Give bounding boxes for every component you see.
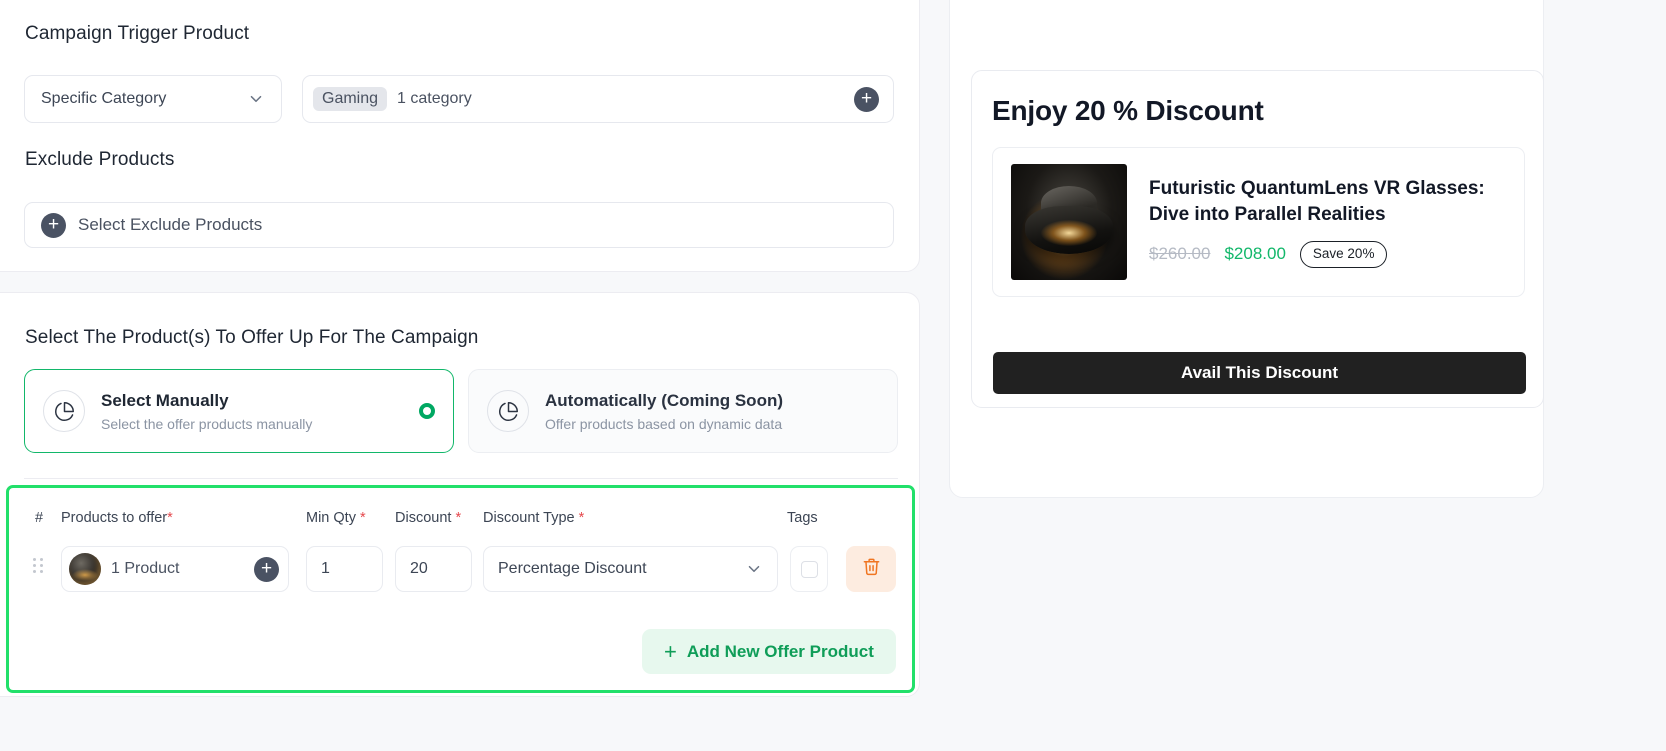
plus-circle-icon[interactable]: +	[854, 86, 879, 112]
option-subtitle: Select the offer products manually	[101, 415, 313, 432]
trash-icon	[862, 557, 881, 581]
table-header-discount: Discount *	[395, 510, 461, 526]
pie-chart-icon	[487, 390, 529, 432]
table-header-products: Products to offer*	[61, 510, 173, 526]
table-header-min-qty-label: Min Qty	[306, 510, 356, 526]
table-header-products-label: Products to offer	[61, 510, 168, 526]
campaign-form-column: Campaign Trigger Product Specific Catego…	[0, 0, 920, 751]
chevron-down-icon	[745, 560, 763, 578]
table-header-tags: Tags	[787, 510, 818, 526]
add-new-offer-product-button[interactable]: + Add New Offer Product	[642, 629, 896, 674]
offer-products-table: # Products to offer* Min Qty * Discount …	[6, 485, 915, 693]
required-marker: *	[578, 510, 585, 526]
screen-root: Campaign Trigger Product Specific Catego…	[0, 0, 1666, 751]
drag-handle-icon[interactable]	[33, 558, 44, 573]
option-subtitle: Offer products based on dynamic data	[545, 415, 783, 432]
plus-circle-icon[interactable]: +	[254, 556, 279, 582]
campaign-trigger-title: Campaign Trigger Product	[25, 23, 250, 44]
required-marker: *	[359, 510, 366, 526]
product-thumbnail	[69, 553, 101, 585]
price-row: $260.00 $208.00 Save 20%	[1149, 240, 1494, 268]
option-title: Select Manually	[101, 391, 229, 411]
add-new-offer-product-label: Add New Offer Product	[686, 641, 874, 661]
preview-product-box: Futuristic QuantumLens VR Glasses: Dive …	[992, 147, 1525, 297]
discount-input[interactable]: 20	[395, 546, 472, 592]
plus-circle-icon[interactable]: +	[41, 212, 66, 238]
exclude-products-placeholder: Select Exclude Products	[78, 215, 263, 234]
price-original: $260.00	[1149, 244, 1211, 264]
option-card-automatically[interactable]: Automatically (Coming Soon) Offer produc…	[468, 369, 898, 453]
preview-product-name: Futuristic QuantumLens VR Glasses: Dive …	[1149, 178, 1485, 225]
option-card-select-manually[interactable]: Select Manually Select the offer product…	[24, 369, 454, 453]
discount-headline: Enjoy 20 % Discount	[992, 95, 1264, 126]
category-chip[interactable]: Gaming	[313, 87, 388, 111]
price-discounted: $208.00	[1224, 244, 1286, 264]
option-title: Automatically (Coming Soon)	[545, 391, 783, 411]
products-to-offer-field[interactable]: 1 Product +	[61, 546, 289, 592]
category-type-select[interactable]: Specific Category	[24, 75, 282, 123]
table-header-min-qty: Min Qty *	[306, 510, 366, 526]
exclude-products-title: Exclude Products	[25, 149, 175, 170]
table-header-index: #	[35, 510, 44, 526]
avail-discount-button[interactable]: Avail This Discount	[993, 352, 1526, 394]
table-header-discount-type-label: Discount Type	[483, 510, 575, 526]
tags-checkbox[interactable]	[790, 546, 828, 592]
table-header-discount-type: Discount Type *	[483, 510, 584, 526]
table-header-discount-label: Discount	[395, 510, 452, 526]
discount-type-value: Percentage Discount	[498, 560, 647, 577]
checkbox-square-icon	[800, 560, 818, 578]
category-count-label: 1 category	[397, 90, 472, 107]
product-count-label: 1 Product	[111, 560, 180, 577]
offer-section-title: Select The Product(s) To Offer Up For Th…	[25, 327, 479, 348]
save-badge: Save 20%	[1299, 240, 1388, 268]
required-marker: *	[167, 510, 173, 526]
chevron-down-icon	[247, 90, 265, 108]
category-type-value: Specific Category	[41, 90, 167, 107]
plus-icon: +	[664, 638, 677, 664]
exclude-products-field[interactable]: + Select Exclude Products	[24, 202, 894, 248]
pie-chart-icon	[43, 390, 85, 432]
min-qty-input[interactable]: 1	[306, 546, 383, 592]
discount-preview-card: Enjoy 20 % Discount Futuristic QuantumLe…	[971, 70, 1544, 408]
radio-selected-indicator[interactable]	[419, 403, 435, 419]
delete-row-button[interactable]	[846, 546, 896, 592]
section-divider	[24, 478, 898, 479]
required-marker: *	[455, 510, 462, 526]
campaign-trigger-panel: Campaign Trigger Product Specific Catego…	[0, 0, 920, 272]
vr-glasses-thumbnail	[1011, 164, 1127, 280]
category-value-field[interactable]: Gaming 1 category +	[302, 75, 894, 123]
discount-type-select[interactable]: Percentage Discount	[483, 546, 778, 592]
